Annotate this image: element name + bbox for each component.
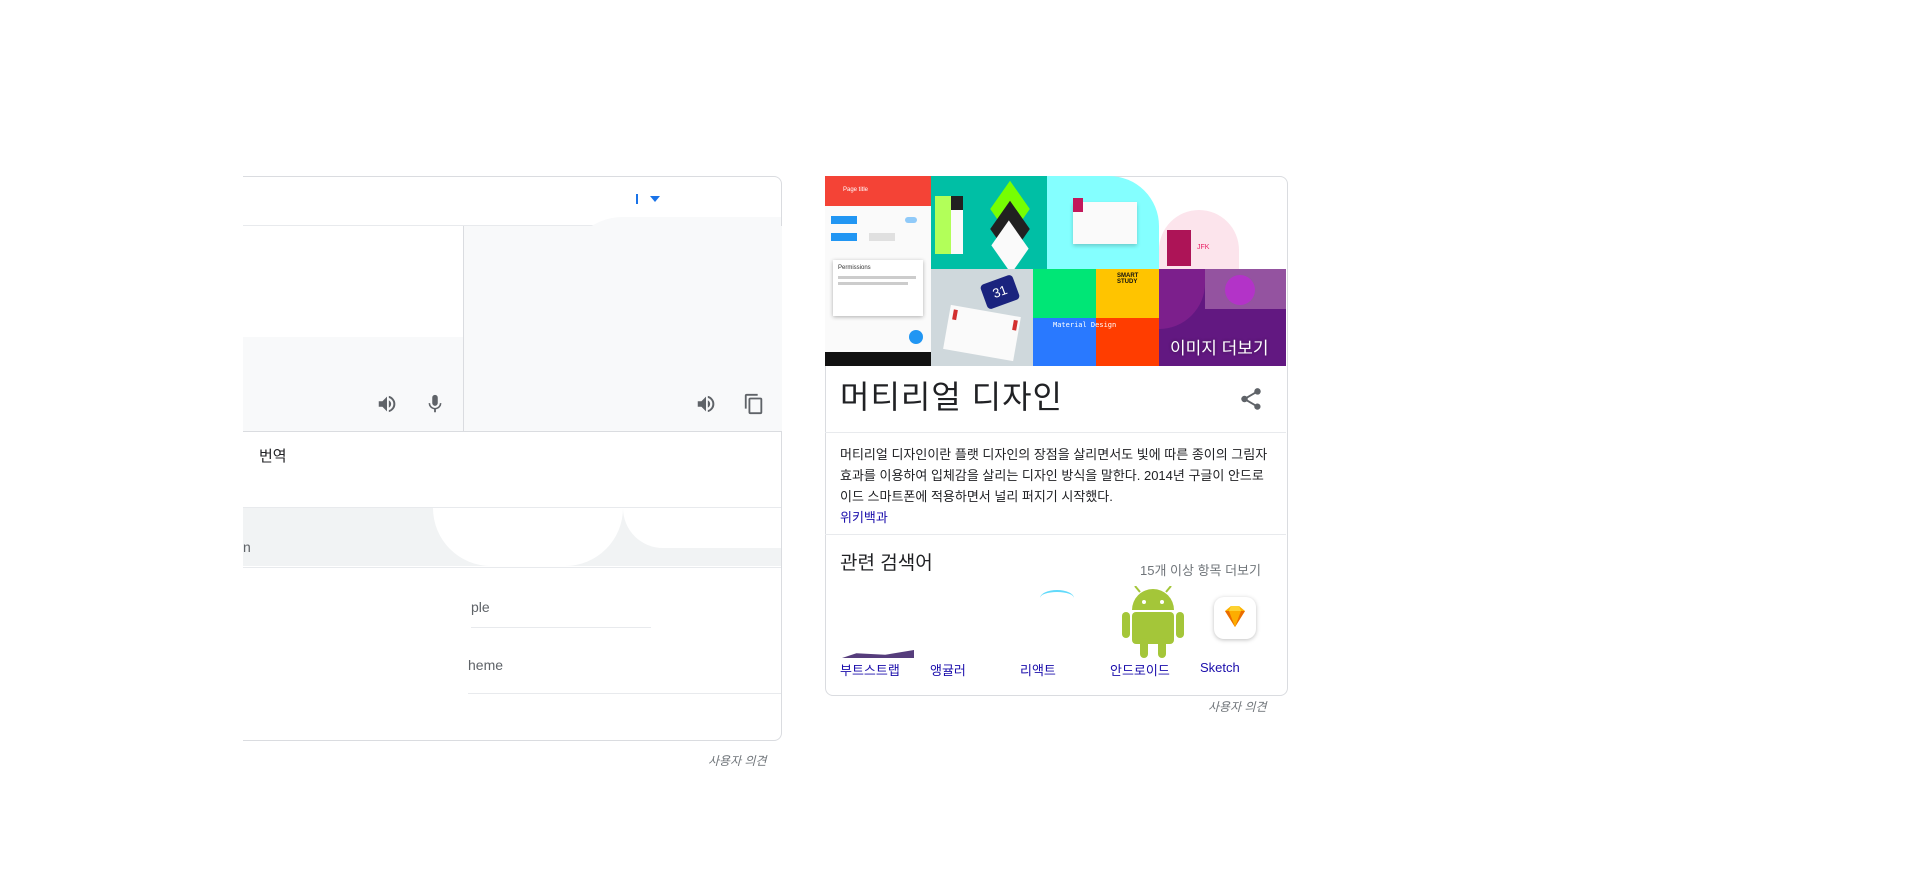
- related-searches-heading: 관련 검색어: [840, 553, 933, 574]
- divider: [243, 431, 781, 432]
- wikipedia-source-link[interactable]: 위키백과: [840, 507, 888, 526]
- related-more-link[interactable]: 15개 이상 항목 더보기: [1140, 560, 1261, 579]
- image-thumbnail[interactable]: Page title Permissions: [825, 176, 931, 366]
- related-item-bootstrap[interactable]: 부트스트랩: [840, 660, 900, 679]
- translate-widget: 번역 n ple heme: [243, 176, 782, 741]
- feedback-link[interactable]: 사용자 의견: [708, 752, 767, 769]
- more-images-label[interactable]: 이미지 더보기: [1170, 334, 1269, 359]
- suggestion-item[interactable]: n: [243, 539, 251, 555]
- translation-output-area-top: [563, 217, 781, 327]
- suggestion-item[interactable]: ple: [471, 599, 490, 615]
- entity-title: 머티리얼 디자인: [840, 379, 1063, 415]
- suggestion-item[interactable]: heme: [468, 657, 503, 673]
- related-item-react[interactable]: 리액트: [1020, 660, 1056, 679]
- feedback-link[interactable]: 사용자 의견: [1208, 698, 1267, 715]
- related-item-sketch[interactable]: Sketch: [1200, 660, 1240, 675]
- related-item-android[interactable]: 안드로이드: [1110, 660, 1170, 679]
- divider: [825, 534, 1286, 535]
- thumbnail-text: Permissions: [838, 265, 871, 271]
- thumbnail-text: SMART STUDY: [1117, 273, 1139, 285]
- image-thumbnail[interactable]: SMART STUDY Material Design: [1033, 269, 1159, 366]
- copy-icon[interactable]: [740, 390, 768, 418]
- language-selector-indicator: [636, 194, 638, 204]
- suggestion-band-mask: [623, 508, 781, 548]
- related-item-angular[interactable]: 앵귤러: [930, 660, 966, 679]
- speaker-icon[interactable]: [373, 390, 401, 418]
- thumbnail-text: 31: [979, 273, 1021, 311]
- speaker-icon[interactable]: [692, 390, 720, 418]
- microphone-icon[interactable]: [421, 390, 449, 418]
- sketch-icon[interactable]: [1214, 597, 1256, 639]
- image-thumbnail[interactable]: 31: [931, 269, 1033, 366]
- react-icon[interactable]: [1040, 590, 1074, 606]
- share-icon[interactable]: [1238, 386, 1264, 412]
- divider: [243, 567, 781, 568]
- entity-description: 머티리얼 디자인이란 플랫 디자인의 장점을 살리면서도 빛에 따른 종이의 그…: [840, 447, 1268, 504]
- chevron-down-icon[interactable]: [650, 196, 660, 202]
- image-thumbnail[interactable]: [1047, 176, 1159, 269]
- divider: [471, 627, 651, 628]
- suggestion-band-mask: [433, 508, 623, 566]
- image-thumbnail[interactable]: [931, 176, 1047, 269]
- android-icon[interactable]: [1122, 585, 1184, 658]
- thumbnail-text: Material Design: [1053, 321, 1117, 329]
- open-translate-link[interactable]: 번역: [259, 445, 287, 466]
- divider: [468, 693, 781, 694]
- thumbnail-text: Page title: [843, 187, 869, 193]
- divider: [825, 432, 1286, 433]
